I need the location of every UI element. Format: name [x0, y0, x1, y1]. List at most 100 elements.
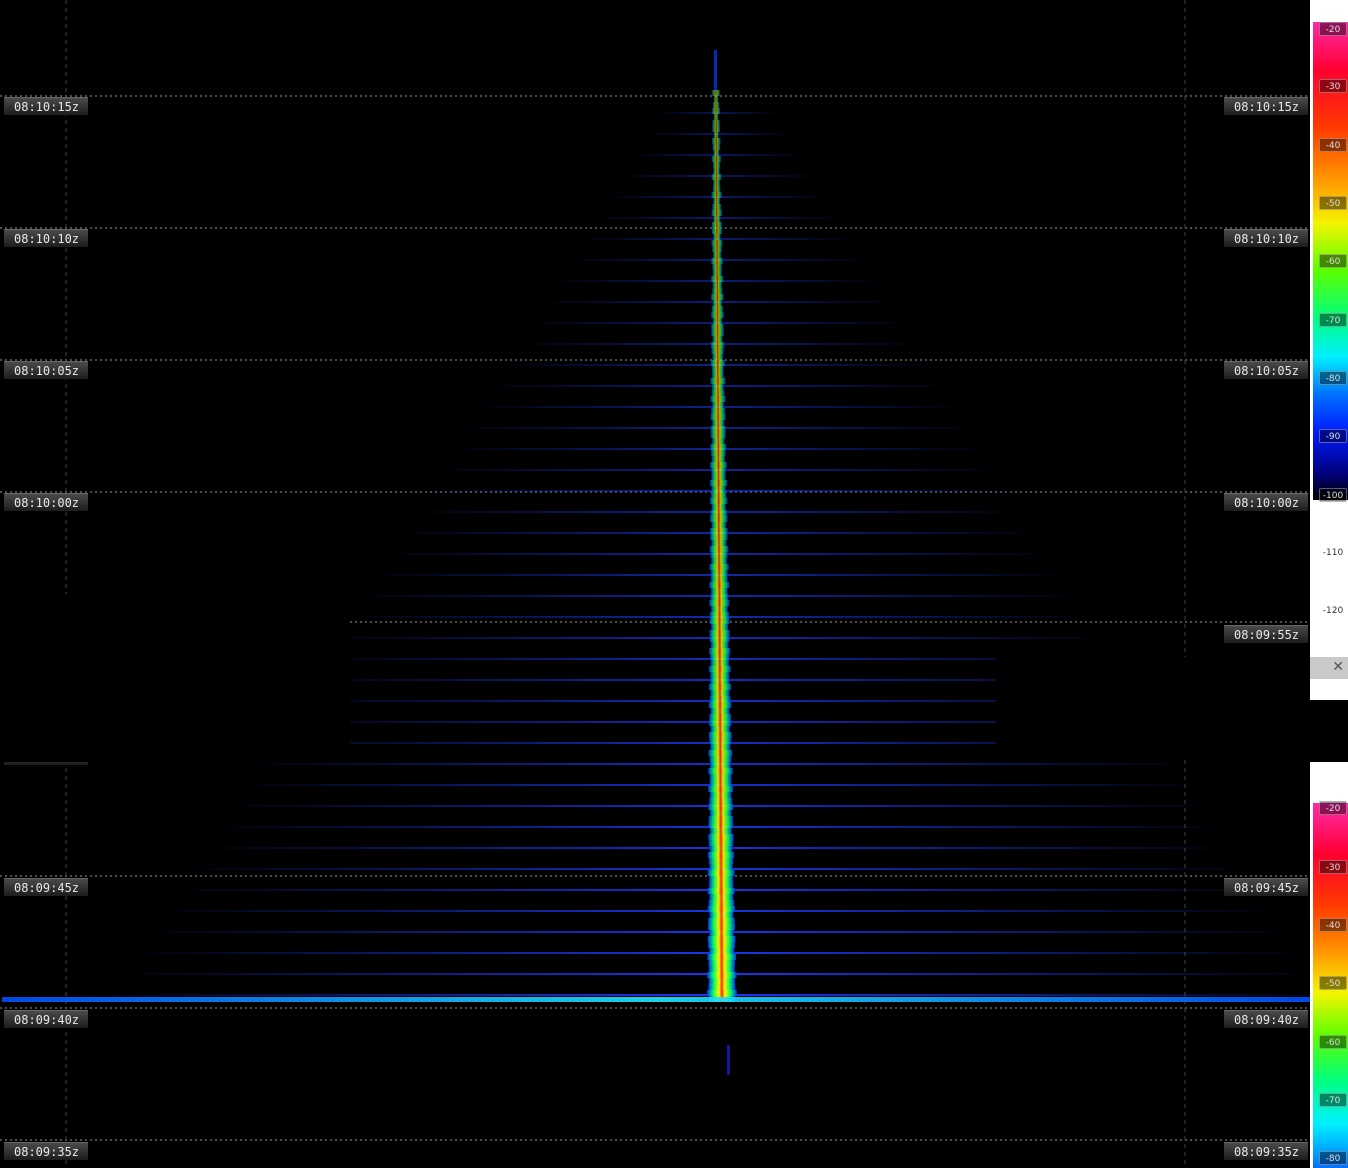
time-label-left: 08:10:15z — [4, 97, 88, 115]
colorbar-tick: -40 — [1319, 918, 1347, 932]
signal-trace — [711, 222, 722, 228]
time-label-right: 08:10:15z — [1224, 97, 1308, 115]
signal-trace — [710, 510, 728, 516]
signal-trace — [711, 294, 724, 300]
signal-trace — [712, 282, 722, 288]
signal-trace — [712, 186, 721, 192]
signal-trace — [708, 684, 732, 690]
signal-trace — [708, 720, 732, 726]
signal-trace — [707, 936, 736, 942]
signal-trace — [711, 192, 722, 198]
signal-trace — [710, 444, 727, 450]
signal-trace — [708, 984, 736, 990]
signal-trace — [708, 942, 735, 948]
signal-trace — [709, 894, 734, 900]
signal-trace — [708, 822, 734, 828]
signal-trace — [712, 402, 724, 408]
signal-trace — [709, 714, 731, 720]
zoom-label: 0s — [1326, 684, 1337, 694]
signal-trace — [710, 642, 729, 648]
signal-trace — [712, 318, 723, 324]
blank-overlay — [996, 657, 1310, 757]
signal-trace — [708, 804, 734, 810]
signal-tail — [727, 1045, 730, 1075]
time-label-left: 08:10:10z — [4, 229, 88, 247]
burst-line — [2, 997, 1310, 1002]
signal-trace — [712, 300, 722, 306]
waterfall-display[interactable]: 08:10:15z 08:10:10z 08:10:05z 08:10:00z … — [0, 0, 1310, 1168]
signal-trace — [711, 606, 728, 612]
signal-trace — [711, 624, 728, 630]
signal-trace — [710, 516, 728, 522]
signal-trace — [711, 456, 725, 462]
signal-trace — [710, 342, 725, 348]
signal-trace — [710, 660, 729, 666]
signal-trace — [711, 588, 728, 594]
blank-overlay — [0, 594, 350, 762]
signal-trace — [712, 270, 722, 276]
signal-trace — [711, 468, 726, 474]
signal-trace — [710, 360, 725, 366]
spectrogram-canvas — [0, 0, 1310, 1168]
signal-trace — [711, 174, 722, 180]
signal-trace — [709, 636, 730, 642]
time-label-right: 08:09:55z — [1224, 625, 1308, 643]
signal-trace — [710, 672, 730, 678]
signal-trace — [713, 150, 720, 156]
signal-trace — [711, 522, 726, 528]
signal-trace — [712, 102, 720, 108]
signal-trace — [710, 576, 728, 582]
signal-trace — [709, 630, 730, 636]
colorbar-tick: -50 — [1319, 196, 1347, 210]
signal-trace — [711, 324, 724, 330]
close-icon[interactable]: ✕ — [1332, 659, 1344, 675]
colorbar-tick: -20 — [1319, 22, 1347, 36]
colorbar-tick: -110 — [1322, 548, 1344, 558]
signal-trace — [710, 594, 729, 600]
signal-trace — [709, 696, 731, 702]
signal-trace — [708, 978, 736, 984]
signal-trace — [709, 738, 732, 744]
signal-trace — [710, 810, 732, 816]
signal-trace — [711, 348, 724, 354]
signal-trace — [709, 882, 734, 888]
signal-trace — [708, 900, 735, 906]
signal-trace — [709, 546, 729, 552]
colorbar-tick: -30 — [1319, 79, 1347, 93]
signal-trace — [712, 354, 724, 360]
signal-trace — [713, 168, 720, 174]
colorbar-tick: -50 — [1319, 976, 1347, 990]
signal-trace — [709, 498, 728, 504]
signal-trace — [710, 534, 728, 540]
color-scale-panel: -20 -30 -40 -50 -60 -70 -80 -90 -100 -11… — [1310, 0, 1348, 1168]
signal-trace — [711, 390, 725, 396]
signal-trace — [713, 234, 721, 240]
signal-trace — [711, 450, 726, 456]
signal-trace — [709, 912, 734, 918]
signal-trace — [708, 960, 735, 966]
colorbar-tick: -30 — [1319, 860, 1347, 874]
signal-trace — [713, 132, 719, 138]
signal-trace — [712, 204, 722, 210]
signal-trace — [711, 312, 724, 318]
signal-trace — [709, 930, 734, 936]
signal-trace — [709, 780, 732, 786]
blank-overlay — [1310, 700, 1348, 762]
colorbar-tick: -120 — [1322, 606, 1344, 616]
signal-trace — [709, 582, 730, 588]
signal-trace — [712, 108, 721, 114]
signal-trace — [707, 972, 737, 978]
signal-trace — [710, 462, 727, 468]
signal-trace — [711, 492, 727, 498]
signal-trace — [708, 918, 735, 924]
signal-trace — [708, 702, 732, 708]
signal-trace — [712, 120, 720, 126]
signal-trace — [708, 666, 731, 672]
signal-trace — [707, 924, 736, 930]
signal-trace — [713, 252, 722, 258]
signal-trace — [709, 846, 733, 852]
signal-trace — [711, 258, 723, 264]
time-label-right: 08:09:45z — [1224, 878, 1308, 896]
signal-trace — [708, 732, 732, 738]
signal-trace — [712, 384, 724, 390]
